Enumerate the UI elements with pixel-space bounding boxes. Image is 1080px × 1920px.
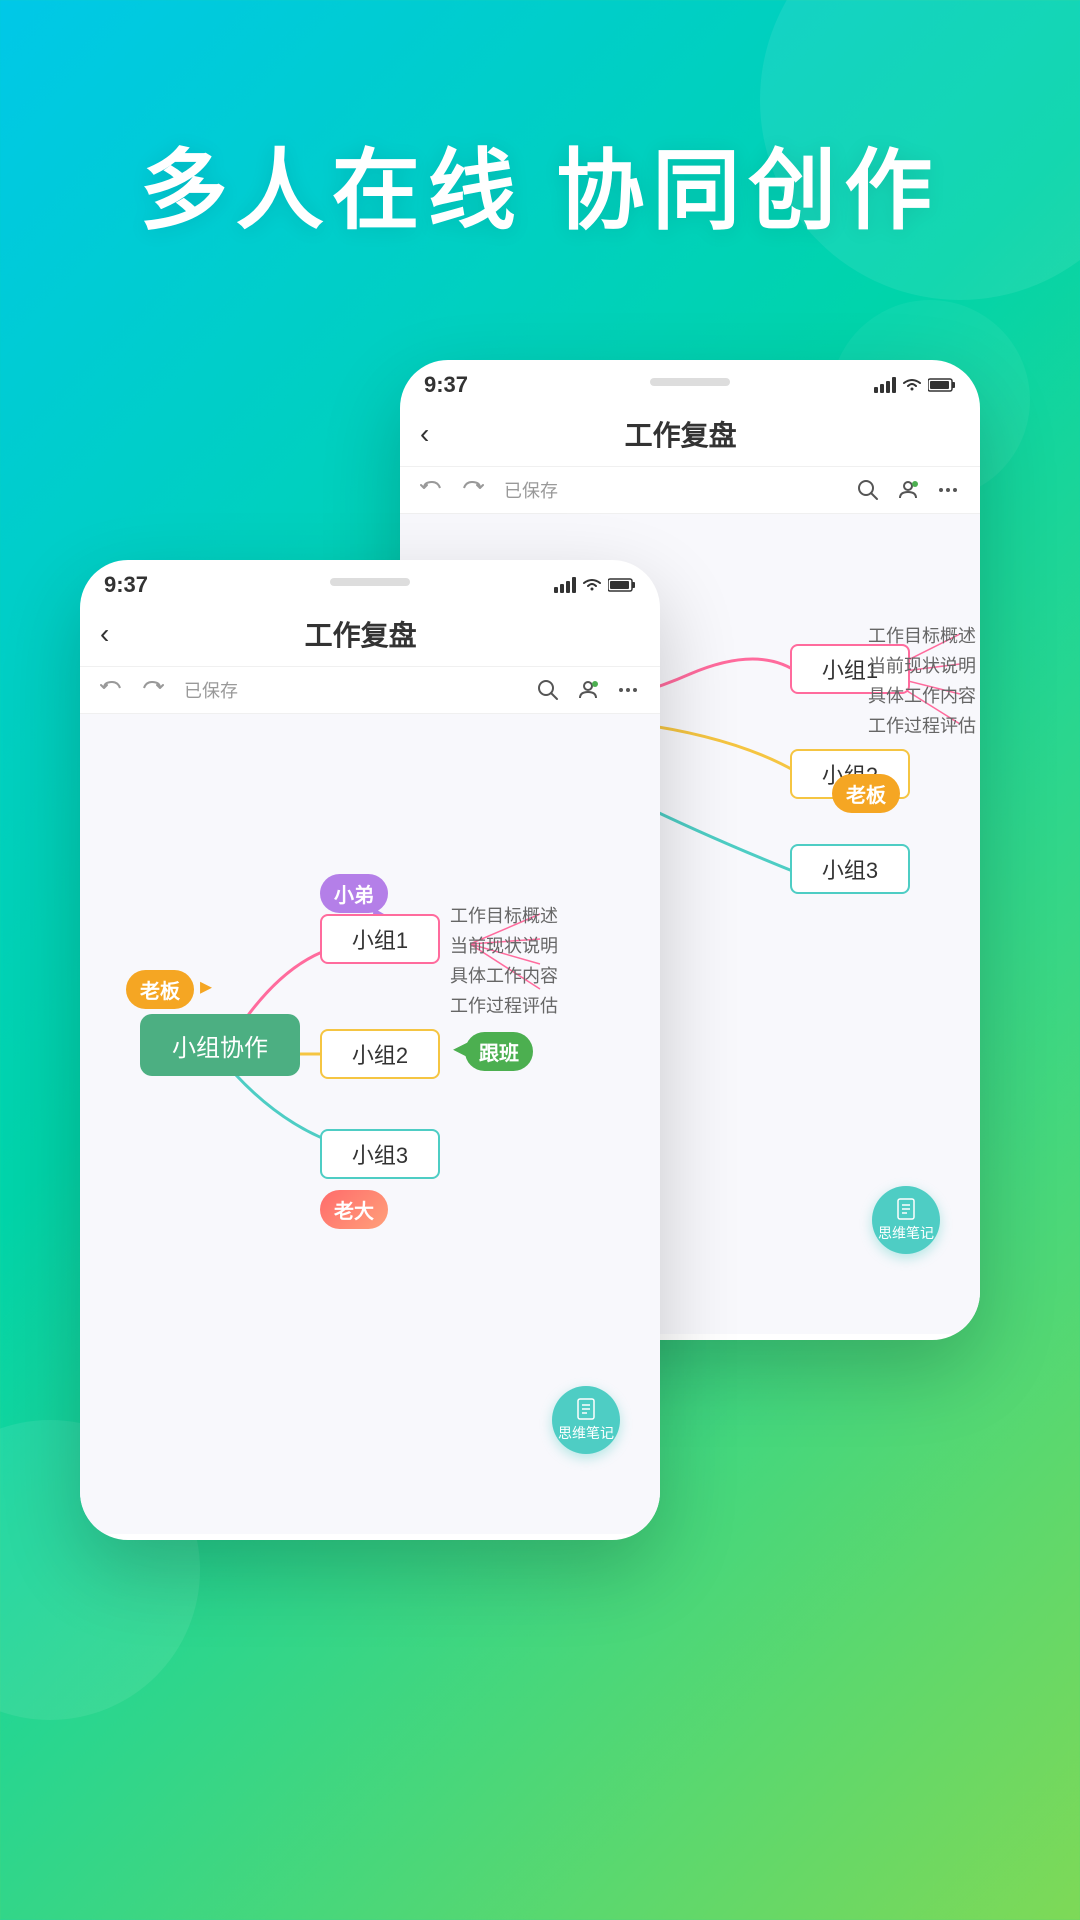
badge-genban-front: 跟班 [465, 1032, 533, 1071]
page-title-back: 工作复盘 [625, 414, 737, 454]
collab-icon-front[interactable] [576, 678, 600, 702]
saved-label-back: 已保存 [504, 477, 558, 503]
status-icons-back [874, 377, 956, 393]
status-icons-front [554, 577, 636, 593]
branch2-front: 当前现状说明 [450, 932, 558, 958]
node-group2-front: 小组2 [320, 1029, 440, 1079]
undo-icon-back[interactable] [420, 478, 444, 502]
signal-icon-back [874, 377, 896, 393]
toolbar-back: 已保存 [400, 467, 980, 514]
wifi-icon-back [902, 377, 922, 393]
search-icon-front[interactable] [536, 678, 560, 702]
node-group3-back: 小组3 [790, 844, 910, 894]
time-back: 9:37 [424, 372, 468, 398]
signal-icon-front [554, 577, 576, 593]
branch1-back: 工作目标概述 [868, 622, 976, 648]
collab-icon-back[interactable] [896, 478, 920, 502]
redo-icon-back[interactable] [460, 478, 484, 502]
memo-button-back[interactable]: 思维笔记 [872, 1186, 940, 1254]
node-group3-front: 小组3 [320, 1129, 440, 1179]
wifi-icon-front [582, 577, 602, 593]
branch4-front: 工作过程评估 [450, 992, 558, 1018]
phone-front: 9:37 ‹ 工作复盘 [80, 560, 660, 1540]
phone-speaker-back [650, 378, 730, 386]
page-title-front: 工作复盘 [305, 614, 417, 654]
time-front: 9:37 [104, 572, 148, 598]
node-central-front: 小组协作 [140, 1014, 300, 1076]
arrow-genban: ◀ [453, 1036, 468, 1061]
branch1-front: 工作目标概述 [450, 902, 558, 928]
search-icon-back[interactable] [856, 478, 880, 502]
redo-icon-front[interactable] [140, 678, 164, 702]
battery-icon-back [928, 377, 956, 393]
phone-header-front: ‹ 工作复盘 [80, 606, 660, 667]
badge-laoban-front: 老板 [126, 970, 194, 1009]
branch2-back: 当前现状说明 [868, 652, 976, 678]
branch4-back: 工作过程评估 [868, 712, 976, 738]
phone-speaker-front [330, 578, 410, 586]
battery-icon-front [608, 577, 636, 593]
branch3-back: 具体工作内容 [868, 682, 976, 708]
branch3-front: 具体工作内容 [450, 962, 558, 988]
more-icon-front[interactable] [616, 678, 640, 702]
arrow-laoban: ▸ [200, 972, 212, 1001]
memo-button-front[interactable]: 思维笔记 [552, 1386, 620, 1454]
more-icon-back[interactable] [936, 478, 960, 502]
mindmap-canvas-front: 小组协作 小弟 ▾ 老板 ▸ 小组1 小组2 跟班 ◀ 小组3 [80, 714, 660, 1534]
undo-icon-front[interactable] [100, 678, 124, 702]
saved-label-front: 已保存 [184, 677, 238, 703]
badge-boss-back: 老板 [832, 774, 900, 813]
badge-laoda-front: 老大 [320, 1190, 388, 1229]
back-button-back[interactable]: ‹ [420, 418, 429, 450]
node-group1-front: 小组1 [320, 914, 440, 964]
back-button-front[interactable]: ‹ [100, 618, 109, 650]
toolbar-front: 已保存 [80, 667, 660, 714]
hero-title: 多人在线 协同创作 [0, 120, 1080, 247]
phone-header-back: ‹ 工作复盘 [400, 406, 980, 467]
